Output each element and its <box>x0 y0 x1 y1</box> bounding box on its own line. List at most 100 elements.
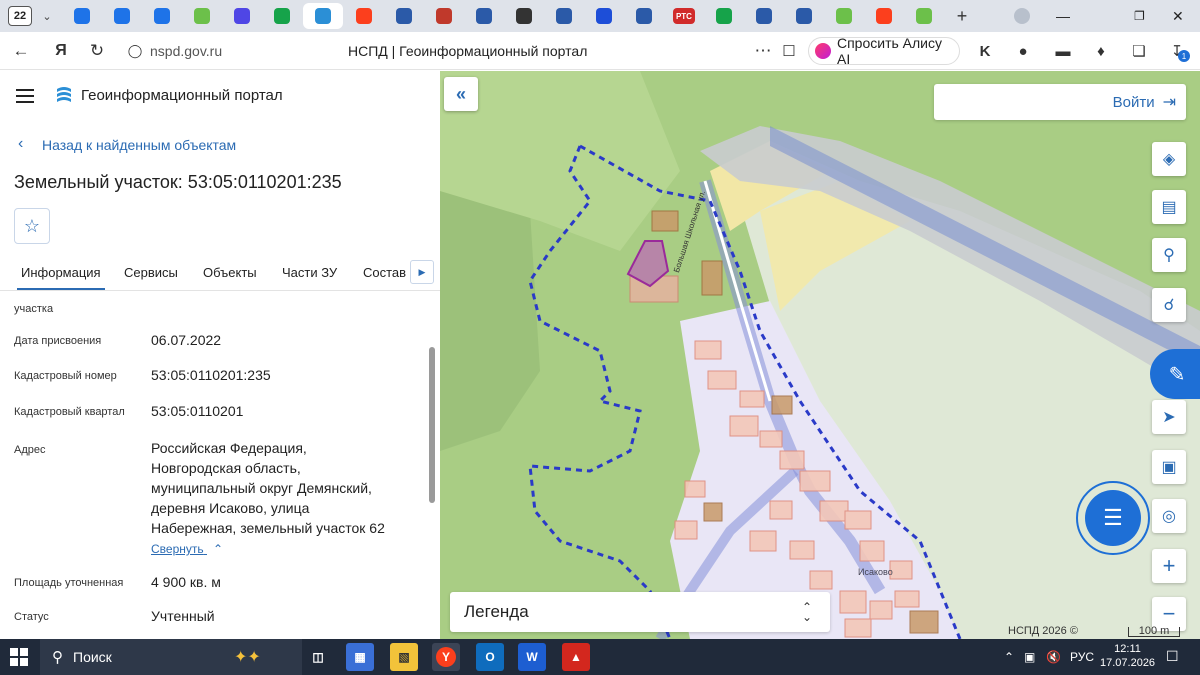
share-icon: ☌ <box>1163 297 1175 314</box>
notifications-icon[interactable]: ☐ <box>1166 648 1179 665</box>
download-icon[interactable]: ↧ 1 <box>1168 42 1190 62</box>
login-button[interactable]: Войти ⇥ <box>934 84 1186 120</box>
keyboard-language-indicator[interactable]: РУС <box>1070 650 1094 664</box>
site-info-icon[interactable]: ◯ <box>124 40 146 62</box>
portal-logo-icon <box>54 85 74 105</box>
panel-scrollbar[interactable] <box>428 293 436 639</box>
windows-taskbar: ⚲ Поиск ✦✦ ◫ ▦ ▧ Y O W ▲ ⌃ ▣ 🔇 РУС 12:11… <box>0 639 1200 675</box>
extension-icon[interactable]: ▬ <box>1054 42 1072 60</box>
browser-tab[interactable]: РТС <box>665 3 703 29</box>
measure-button[interactable]: ▤ <box>1152 190 1186 224</box>
browser-tab[interactable] <box>705 3 743 29</box>
bookmark-icon[interactable]: ☐ <box>778 40 800 62</box>
pdf-reader-icon[interactable]: ▲ <box>562 643 590 671</box>
task-view-icon[interactable]: ◫ <box>304 643 332 671</box>
layers-button[interactable]: ◈ <box>1152 142 1186 176</box>
browser-tab[interactable] <box>545 3 583 29</box>
parcel <box>729 415 759 437</box>
file-explorer-icon[interactable]: ▧ <box>390 643 418 671</box>
browser-tab[interactable] <box>263 3 301 29</box>
more-dots-icon[interactable]: ⋯ <box>752 40 774 62</box>
back-arrow-icon[interactable]: ← <box>10 40 32 62</box>
tabs-scroll-right-button[interactable]: ▶ <box>410 260 434 284</box>
tab-services[interactable]: Сервисы <box>124 265 178 280</box>
clock-time: 12:11 <box>1114 643 1141 655</box>
tab-information[interactable]: Информация <box>17 265 105 290</box>
browser-tab[interactable] <box>825 3 863 29</box>
browser-tab[interactable] <box>223 3 261 29</box>
store-app-icon[interactable]: ▦ <box>346 643 374 671</box>
tab-objects[interactable]: Объекты <box>203 265 257 280</box>
word-icon[interactable]: W <box>518 643 546 671</box>
browser-tab[interactable] <box>385 3 423 29</box>
yandex-browser-icon[interactable]: Я <box>50 40 72 62</box>
browser-tab[interactable] <box>865 3 903 29</box>
map-copyright: НСПД 2026 © <box>1008 625 1078 637</box>
browser-tab[interactable] <box>425 3 463 29</box>
minimap-button[interactable]: ▣ <box>1152 450 1186 484</box>
collections-icon[interactable]: ❏ <box>1130 42 1148 60</box>
url-field[interactable]: nspd.gov.ru <box>150 43 222 59</box>
cadastral-number-value: 53:05:0110201:235 <box>151 367 271 383</box>
legend-selector[interactable]: Легенда ⌃ ⌄ <box>450 592 830 632</box>
browser-tab[interactable] <box>785 3 823 29</box>
browser-tab[interactable] <box>905 3 943 29</box>
reload-icon[interactable]: ↻ <box>86 40 108 62</box>
collapse-panel-button[interactable]: « <box>444 77 478 111</box>
outlook-icon[interactable]: O <box>476 643 504 671</box>
browser-tab[interactable] <box>143 3 181 29</box>
locate-button[interactable]: ➤ <box>1152 400 1186 434</box>
map-canvas[interactable] <box>440 71 1200 639</box>
favorite-button[interactable]: ☆ <box>14 208 50 244</box>
collapse-label: Свернуть <box>151 542 204 556</box>
browser-tab[interactable] <box>625 3 663 29</box>
tab-parts[interactable]: Части ЗУ <box>282 265 337 280</box>
area-search-button[interactable]: ⚲ <box>1152 238 1186 272</box>
new-tab-button[interactable]: + <box>950 4 974 28</box>
parcel <box>759 430 783 448</box>
status-value: Учтенный <box>151 608 215 624</box>
browser-tab[interactable] <box>103 3 141 29</box>
network-icon[interactable]: ▣ <box>1024 650 1035 664</box>
kaspersky-extension-icon[interactable]: K <box>976 42 994 60</box>
tab-composition[interactable]: Состав <box>363 265 406 280</box>
back-to-results-link[interactable]: Назад к найденным объектам <box>42 137 236 153</box>
map-view[interactable]: Большая Школьная ул. Исаково « Войти ⇥ ◈… <box>440 71 1200 639</box>
volume-muted-icon[interactable]: 🔇 <box>1046 650 1061 664</box>
tab-count-badge[interactable]: 22 <box>8 6 32 26</box>
windows-start-icon[interactable] <box>10 648 28 666</box>
promo-badge-button[interactable]: ✎ <box>1150 349 1200 399</box>
yandex-browser-taskbar-icon[interactable]: Y <box>432 643 460 671</box>
chevron-left-icon[interactable]: ‹ <box>18 135 23 153</box>
minimize-icon[interactable]: — <box>1056 0 1070 32</box>
profile-avatar-icon[interactable] <box>1014 0 1030 32</box>
close-icon[interactable]: ✕ <box>1172 0 1184 32</box>
chat-assistant-button[interactable]: ☰ <box>1076 481 1150 555</box>
parcel <box>809 570 833 590</box>
browser-tab[interactable] <box>585 3 623 29</box>
taskbar-search[interactable]: ⚲ Поиск ✦✦ <box>40 639 302 675</box>
hamburger-menu-icon[interactable] <box>16 89 34 103</box>
browser-tab[interactable] <box>183 3 221 29</box>
browser-tab[interactable] <box>465 3 503 29</box>
puzzle-icon[interactable]: ♦ <box>1092 42 1110 60</box>
browser-tab[interactable] <box>345 3 383 29</box>
system-clock[interactable]: 12:11 17.07.2026 <box>1100 642 1155 670</box>
ask-alice-button[interactable]: Спросить Алису AI <box>808 35 960 67</box>
browser-tab[interactable] <box>745 3 783 29</box>
gosuslugi-icon <box>836 8 852 24</box>
restore-icon[interactable]: ❐ <box>1134 0 1145 32</box>
address-bar: ← Я ↻ ◯ nspd.gov.ru НСПД | Геоинформацио… <box>0 32 1200 70</box>
extension-icon[interactable]: ● <box>1014 42 1032 60</box>
collapse-address-link[interactable]: Свернуть ⌃ <box>151 542 223 556</box>
browser-tab[interactable] <box>303 3 343 29</box>
cadastral-number-label: Кадастровый номер <box>14 370 117 382</box>
share-button[interactable]: ☌ <box>1152 288 1186 322</box>
browser-tab[interactable] <box>505 3 543 29</box>
geolocation-button[interactable]: ◎ <box>1152 499 1186 533</box>
chevron-down-icon[interactable]: ⌄ <box>36 10 58 23</box>
browser-tab[interactable] <box>63 3 101 29</box>
zoom-in-button[interactable]: + <box>1152 549 1186 583</box>
scrollbar-thumb[interactable] <box>429 347 435 503</box>
chevron-up-icon[interactable]: ⌃ <box>1004 650 1014 664</box>
